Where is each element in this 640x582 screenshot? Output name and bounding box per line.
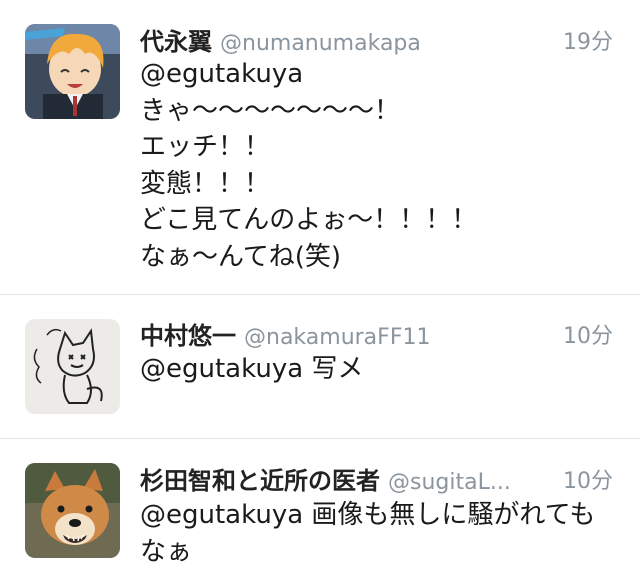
timestamp[interactable]: 19分 [563, 24, 613, 56]
user-handle[interactable]: @nakamuraFF11 [244, 325, 430, 350]
tweet-text-line[interactable]: @egutakuya 画像も無しに騒がれても [140, 497, 620, 534]
tweet-item[interactable]: 杉田智和と近所の医者 @sugitaL... 10分 @egutakuya 画像も… [0, 439, 640, 582]
tweet-text-line: なぁ [140, 536, 193, 567]
display-name[interactable]: 中村悠一 @nakamuraFF11 [140, 316, 430, 351]
display-name-text[interactable]: 代永翼 [140, 28, 212, 56]
display-name[interactable]: 代永翼 @numanumakapa [140, 22, 421, 57]
tweet-text-line[interactable]: @egutakuya 写メ [140, 351, 620, 388]
timestamp[interactable]: 10分 [563, 463, 613, 495]
user-handle[interactable]: @sugitaL... [388, 470, 511, 495]
shiba-dog-avatar-image [25, 463, 120, 558]
tweet-text: @egutakuya 写メ [140, 351, 620, 388]
tweet-text-line: なぁ〜んてね(笑) [140, 241, 341, 272]
display-name-text[interactable]: 中村悠一 [140, 322, 236, 350]
tweet-item[interactable]: 中村悠一 @nakamuraFF11 10分 @egutakuya 写メ [0, 295, 640, 438]
cat-sketch-avatar-image [25, 319, 120, 414]
tweet-item[interactable]: 代永翼 @numanumakapa 19分 @egutakuya きゃ〜〜〜〜〜〜… [0, 0, 640, 294]
avatar[interactable] [25, 319, 120, 414]
tweet-text: @egutakuya 画像も無しに騒がれても なぁ [140, 497, 620, 570]
tweet-text-line: きゃ〜〜〜〜〜〜〜！ [140, 95, 401, 126]
avatar[interactable] [25, 24, 120, 119]
user-handle[interactable]: @numanumakapa [220, 31, 421, 56]
display-name-text[interactable]: 杉田智和と近所の医者 [140, 467, 380, 495]
tweet-text-line[interactable]: @egutakuya [140, 56, 620, 93]
tweet-text-line: 変態！！！ [140, 168, 271, 199]
display-name[interactable]: 杉田智和と近所の医者 @sugitaL... [140, 461, 511, 496]
timestamp[interactable]: 10分 [563, 318, 613, 350]
tweet-text-line: どこ見てんのよぉ〜！！！！ [140, 205, 478, 235]
avatar[interactable] [25, 463, 120, 558]
tweet-text: @egutakuya きゃ〜〜〜〜〜〜〜！ エッチ！！ 変態！！！ どこ見てんの… [140, 56, 620, 275]
tweet-text-line: エッチ！！ [140, 132, 271, 162]
anime-character-avatar-image [25, 24, 120, 119]
